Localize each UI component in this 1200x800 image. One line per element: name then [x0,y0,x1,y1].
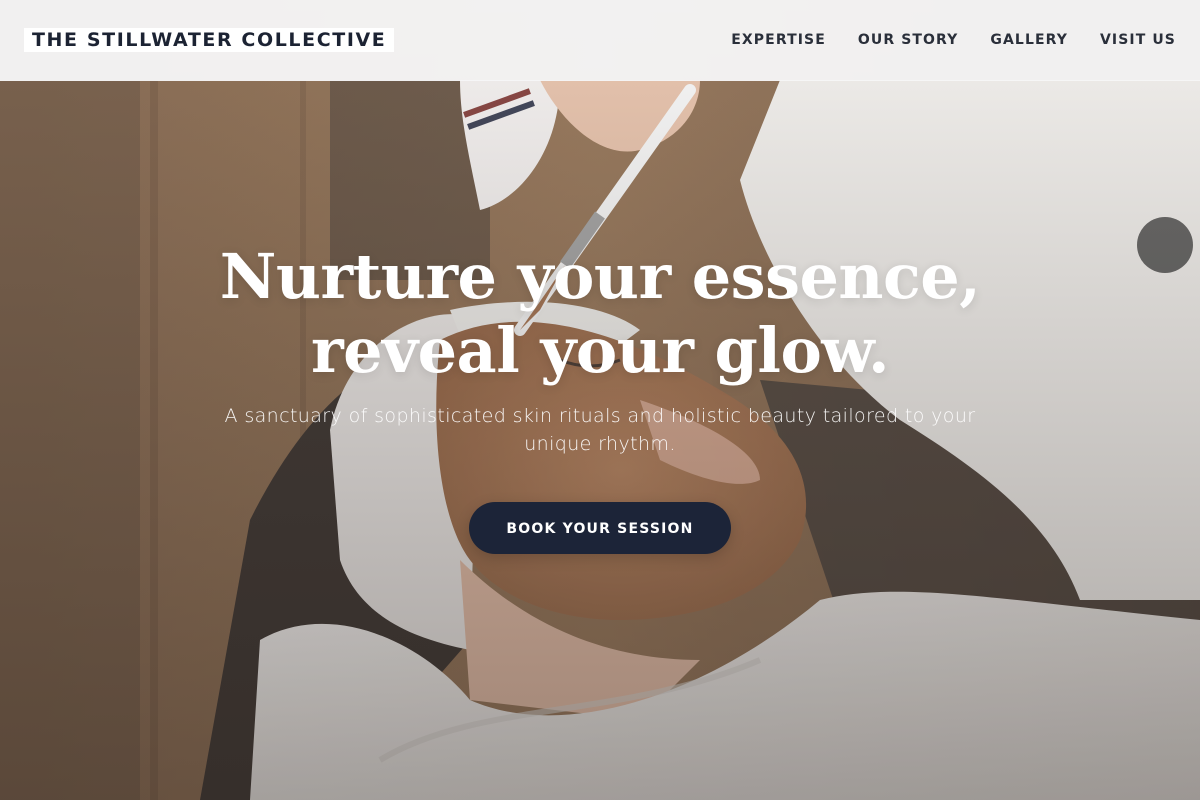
hero-title-line-2: reveal your glow. [310,314,890,387]
nav-expertise[interactable]: EXPERTISE [731,30,826,50]
nav-visit-us[interactable]: VISIT US [1100,30,1176,50]
hero-subtitle: A sanctuary of sophisticated skin ritual… [224,405,976,455]
site-header: THE STILLWATER COLLECTIVE EXPERTISE OUR … [0,0,1200,81]
book-session-button[interactable]: BOOK YOUR SESSION [469,502,731,554]
hero-section: Nurture your essence, reveal your glow. … [0,240,1200,554]
nav-gallery[interactable]: GALLERY [990,30,1068,50]
nav-our-story[interactable]: OUR STORY [858,30,959,50]
hero-title: Nurture your essence, reveal your glow. [0,240,1200,388]
landing-page: THE STILLWATER COLLECTIVE EXPERTISE OUR … [0,0,1200,800]
hero-title-line-1: Nurture your essence, [219,240,981,313]
main-nav: EXPERTISE OUR STORY GALLERY VISIT US [731,30,1176,50]
brand-logo[interactable]: THE STILLWATER COLLECTIVE [24,28,395,52]
